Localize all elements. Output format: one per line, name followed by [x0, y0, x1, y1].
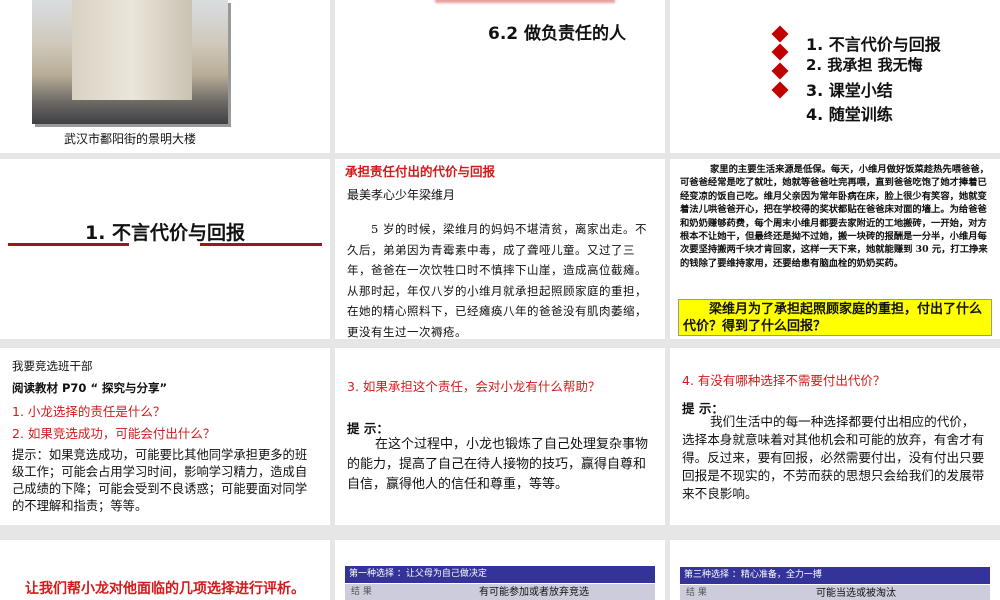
slide-11[interactable]: 第一种选择 ：让父母为自己做决定 结 果 有可能参加或者放弃竞选 — [335, 540, 665, 600]
slide-6[interactable]: 家里的主要生活来源是低保。每天，小维月做好饭菜趁热先喂爸爸，可爸爸经常是吃了就吐… — [670, 159, 1000, 339]
hint-paragraph: 我们生活中的每一种选择都要付出相应的代价，选择本身就意味着对其他机会和可能的放弃… — [682, 414, 985, 501]
story-paragraph: 5 岁的时候，梁维月的妈妈不堪清贫，离家出走。不久后，弟弟因为青霉素中毒，成了聋… — [347, 222, 647, 339]
slide-8[interactable]: 3. 如果承担这个责任，会对小龙有什么帮助？ 提 示： 在这个过程中，小龙也锻炼… — [335, 348, 665, 525]
row-label: 结 果 — [351, 587, 372, 597]
slide-title: 我要竞选班干部 — [12, 359, 93, 373]
row-value: 有可能参加或者放弃竞选 — [479, 587, 589, 598]
diamond-bullet-icon — [771, 62, 789, 80]
slide-5[interactable]: 承担责任付出的代价与回报 最美孝心少年梁维月 5 岁的时候，梁维月的妈妈不堪清贫… — [335, 159, 665, 339]
building-photo — [32, 0, 228, 124]
diamond-bullet-icon — [771, 25, 789, 43]
slide-4[interactable]: 1. 不言代价与回报 — [0, 159, 330, 339]
hint-paragraph: 提示：如果竞选成功，可能要比其他同学承担更多的班级工作；可能会占用学习时间，影响… — [12, 448, 308, 513]
row-value: 可能当选或被淘汰 — [816, 588, 896, 599]
slide-1[interactable]: 武汉市鄱阳街的景明大楼 — [0, 0, 330, 153]
slide-2[interactable]: 6.2 做负责任的人 — [335, 0, 665, 153]
clipped-red-title — [435, 0, 615, 3]
table-header: 第三种选择 ：精心准备，全力一搏 — [680, 567, 990, 584]
slide-heading: 承担责任付出的代价与回报 — [345, 164, 496, 179]
hint-paragraph: 在这个过程中，小龙也锻炼了自己处理复杂事物的能力，提高了自己在待人接物的技巧，赢… — [347, 437, 649, 492]
question-highlight: 梁维月为了承担起照顾家庭的重担，付出了什么代价？得到了什么回报？ — [678, 299, 992, 336]
section-title: 1. 不言代价与回报 — [84, 222, 246, 244]
table-header: 第一种选择 ：让父母为自己做决定 — [345, 566, 655, 583]
diamond-bullet-icon — [771, 43, 789, 61]
photo-caption: 武汉市鄱阳街的景明大楼 — [63, 132, 196, 146]
table-row: 结 果 有可能参加或者放弃竞选 — [345, 584, 655, 600]
slide-3[interactable]: 1. 不言代价与回报 2. 我承担 我无悔 3. 课堂小结 4. 随堂训练 — [670, 0, 1000, 153]
question-2: 2. 如果竞选成功，可能会付出什么？ — [12, 426, 216, 441]
question-1: 1. 小龙选择的责任是什么？ — [12, 404, 166, 419]
agenda-item: 3. 课堂小结 — [806, 81, 893, 100]
slide-7[interactable]: 我要竞选班干部 阅读教材 P70 “ 探究与分享” 1. 小龙选择的责任是什么？… — [0, 348, 330, 525]
divider — [200, 243, 322, 246]
diamond-bullet-icon — [771, 81, 789, 99]
slide-12[interactable]: 第三种选择 ：精心准备，全力一搏 结 果 可能当选或被淘汰 — [670, 540, 1000, 600]
agenda-item: 1. 不言代价与回报 — [806, 35, 941, 54]
question-3: 3. 如果承担这个责任，会对小龙有什么帮助？ — [347, 379, 601, 394]
divider — [8, 243, 129, 246]
slide-title: 让我们帮小龙对他面临的几项选择进行评析。 — [25, 581, 305, 597]
subtitle: 最美孝心少年梁维月 — [347, 188, 456, 202]
question-4: 4. 有没有哪种选择不需要付出代价？ — [682, 373, 886, 388]
reading-note: 阅读教材 P70 “ 探究与分享” — [12, 381, 168, 395]
row-label: 结 果 — [686, 588, 707, 598]
slide-title: 6.2 做负责任的人 — [488, 24, 627, 44]
slide-10[interactable]: 让我们帮小龙对他面临的几项选择进行评析。 — [0, 540, 330, 600]
agenda-item: 2. 我承担 我无悔 — [806, 56, 923, 74]
table-row: 结 果 可能当选或被淘汰 — [680, 585, 990, 600]
slide-9[interactable]: 4. 有没有哪种选择不需要付出代价？ 提 示： 我们生活中的每一种选择都要付出相… — [670, 348, 1000, 525]
agenda-item: 4. 随堂训练 — [806, 105, 893, 124]
story-paragraph: 家里的主要生活来源是低保。每天，小维月做好饭菜趁热先喂爸爸，可爸爸经常是吃了就吐… — [680, 164, 989, 269]
